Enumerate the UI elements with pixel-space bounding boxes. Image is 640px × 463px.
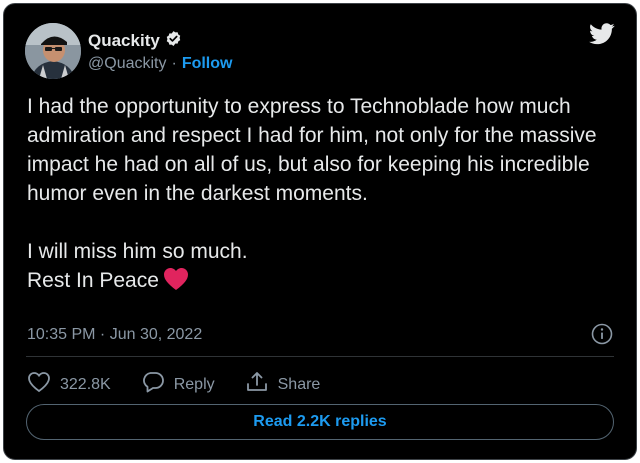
author-handle-row: @Quackity · Follow [88, 54, 232, 74]
tweet-line-with-emoji: Rest In Peace [27, 266, 617, 299]
verified-badge-icon [165, 30, 182, 52]
read-replies-label: Read 2.2K replies [253, 413, 387, 430]
author-handle[interactable]: @Quackity [88, 54, 166, 74]
info-icon[interactable] [591, 323, 613, 350]
tweet-paragraph: I had the opportunity to express to Tech… [27, 95, 597, 205]
reply-label: Reply [173, 375, 215, 393]
share-button[interactable]: Share [245, 371, 321, 398]
author-name[interactable]: Quackity [88, 31, 160, 51]
tweet-timestamp[interactable]: 10:35 PM · Jun 30, 2022 [27, 325, 202, 345]
like-button[interactable]: 322.8K [27, 371, 111, 398]
like-count: 322.8K [60, 375, 111, 393]
tweet-line: Rest In Peace [27, 269, 159, 292]
reply-icon [141, 371, 165, 398]
separator-dot: · [171, 55, 177, 72]
tweet-card: Quackity @Quackity · Follow I had the op… [3, 3, 637, 460]
read-replies-button[interactable]: Read 2.2K replies [26, 404, 614, 440]
tweet-line: I will miss him so much. [27, 240, 248, 263]
avatar[interactable] [25, 23, 81, 79]
heart-icon [27, 371, 51, 398]
divider [26, 356, 614, 357]
red-heart-emoji-icon [163, 267, 189, 299]
reply-button[interactable]: Reply [141, 371, 215, 398]
share-label: Share [277, 375, 321, 393]
follow-button[interactable]: Follow [182, 54, 233, 74]
twitter-bird-icon[interactable] [589, 23, 615, 50]
tweet-text: I had the opportunity to express to Tech… [27, 92, 617, 299]
action-bar: 322.8K Reply Share [27, 371, 320, 398]
share-icon [245, 371, 269, 398]
author-name-row: Quackity [88, 30, 182, 52]
